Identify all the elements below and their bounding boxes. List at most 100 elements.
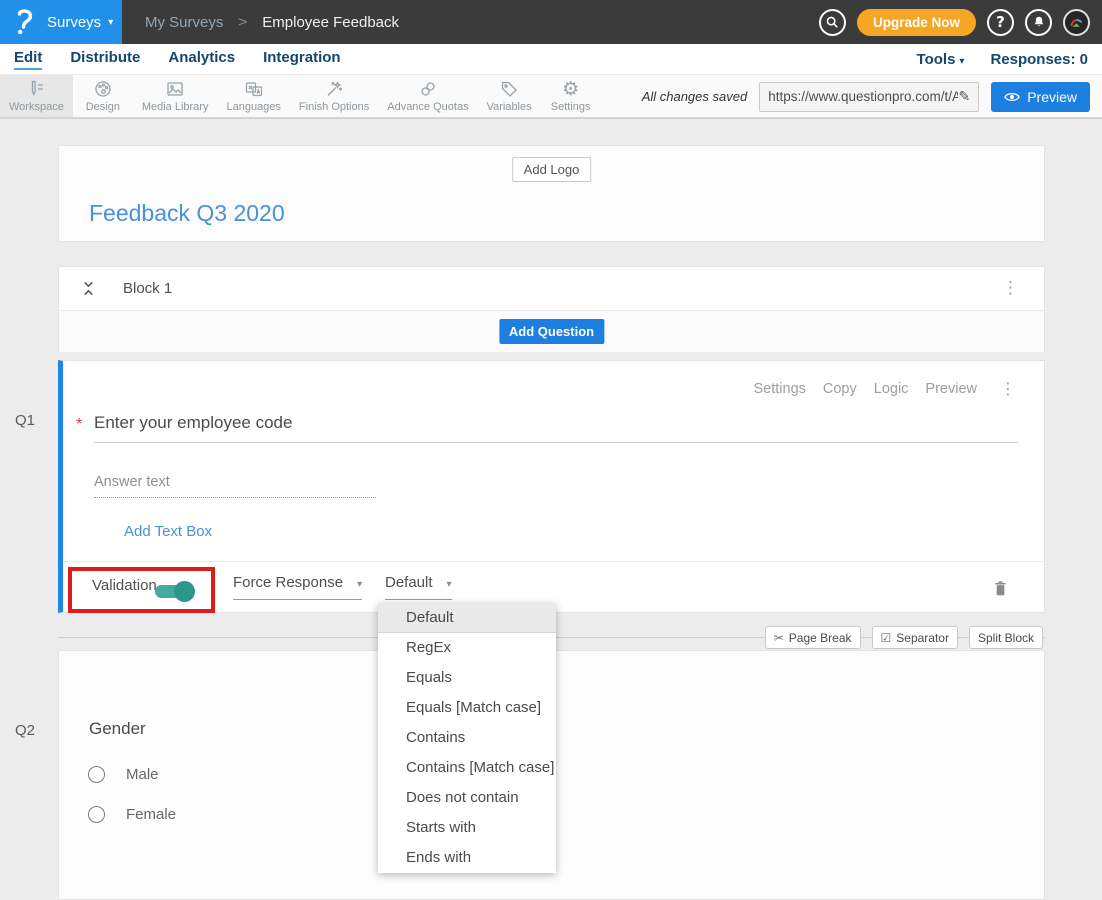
workspace-icon xyxy=(26,79,46,99)
add-text-box-link[interactable]: Add Text Box xyxy=(124,523,212,540)
radio-icon[interactable] xyxy=(88,766,105,783)
delete-question-button[interactable] xyxy=(992,579,1009,603)
avatar-logo-icon xyxy=(1068,14,1085,31)
preview-button[interactable]: Preview xyxy=(991,82,1090,112)
menu-item-starts-with[interactable]: Starts with xyxy=(378,813,556,843)
block-menu-button[interactable]: ⋮ xyxy=(1002,278,1020,298)
force-response-dropdown[interactable]: Force Response▾ xyxy=(233,574,362,600)
q1-logic-link[interactable]: Logic xyxy=(874,381,909,397)
add-question-band: Add Question xyxy=(59,311,1044,352)
block-tools: ✂ Page Break ☑ Separator Split Block xyxy=(765,626,1043,649)
chevron-down-icon: ▾ xyxy=(108,17,113,28)
tools-menu[interactable]: Tools▾ xyxy=(917,51,965,68)
menu-item-equals-match-case[interactable]: Equals [Match case] xyxy=(378,693,556,723)
toolbar-item-settings[interactable]: ⚙ Settings xyxy=(541,75,601,117)
q1-question-underline xyxy=(94,442,1018,443)
translate-icon xyxy=(244,79,264,99)
bell-icon xyxy=(1032,15,1046,29)
help-button[interactable]: ? xyxy=(987,9,1014,36)
add-question-button[interactable]: Add Question xyxy=(499,319,604,344)
validation-type-dropdown[interactable]: Default▾ xyxy=(385,574,452,600)
toggle-knob xyxy=(174,581,195,602)
q1-actions: Settings Copy Logic Preview ⋮ xyxy=(753,379,1016,398)
block-title[interactable]: Block 1 xyxy=(123,280,172,297)
radio-icon[interactable] xyxy=(88,806,105,823)
question-number-q2: Q2 xyxy=(15,722,35,739)
menu-item-contains[interactable]: Contains xyxy=(378,723,556,753)
topbar-actions: Upgrade Now ? xyxy=(819,0,1090,44)
palette-icon xyxy=(93,79,113,99)
menu-item-ends-with[interactable]: Ends with xyxy=(378,843,556,873)
menu-item-default[interactable]: Default xyxy=(378,603,556,633)
notifications-button[interactable] xyxy=(1025,9,1052,36)
survey-nav: Edit Distribute Analytics Integration To… xyxy=(0,44,1102,74)
menu-item-contains-match-case[interactable]: Contains [Match case] xyxy=(378,753,556,783)
toolbar-right: All changes saved ✎ Preview xyxy=(642,75,1090,118)
q2-option-female[interactable]: Female xyxy=(88,806,176,823)
eye-icon xyxy=(1004,91,1020,103)
links-icon xyxy=(418,79,438,99)
q1-footer-divider xyxy=(63,561,1044,562)
breadcrumb-my-surveys[interactable]: My Surveys xyxy=(145,14,223,31)
breadcrumb-current-survey: Employee Feedback xyxy=(262,14,399,31)
toolbar-item-design[interactable]: Design xyxy=(73,75,133,117)
upgrade-now-button[interactable]: Upgrade Now xyxy=(857,9,976,36)
q1-answer-underline xyxy=(94,497,376,498)
validation-label: Validation xyxy=(92,577,157,594)
q1-menu-button[interactable]: ⋮ xyxy=(1000,379,1016,398)
toolbar-item-finish-options[interactable]: Finish Options xyxy=(290,75,378,117)
question-number-q1: Q1 xyxy=(15,412,35,429)
toolbar-item-languages[interactable]: Languages xyxy=(217,75,289,117)
tab-edit[interactable]: Edit xyxy=(14,49,42,70)
gear-icon: ⚙ xyxy=(562,79,579,99)
q1-answer-placeholder[interactable]: Answer text xyxy=(94,474,170,490)
top-bar: Surveys ▾ My Surveys > Employee Feedback… xyxy=(0,0,1102,44)
block-card: Block 1 ⋮ Add Question xyxy=(58,266,1045,352)
question-card-q1: Settings Copy Logic Preview ⋮ * Enter yo… xyxy=(58,360,1045,613)
validation-toggle[interactable] xyxy=(155,585,192,598)
q1-preview-link[interactable]: Preview xyxy=(925,381,977,397)
menu-item-regex[interactable]: RegEx xyxy=(378,633,556,663)
q2-option-male[interactable]: Male xyxy=(88,766,159,783)
trash-icon xyxy=(992,579,1009,598)
toolbar-item-advance-quotas[interactable]: Advance Quotas xyxy=(378,75,477,117)
edit-toolbar: Workspace Design Media Library Languages… xyxy=(0,74,1102,119)
chevron-down-icon: ▾ xyxy=(959,56,964,67)
tag-icon xyxy=(499,79,519,99)
tab-distribute[interactable]: Distribute xyxy=(70,49,140,70)
product-switcher[interactable]: Surveys ▾ xyxy=(0,0,122,44)
block-header: Block 1 ⋮ xyxy=(59,267,1044,311)
breadcrumb: My Surveys > Employee Feedback xyxy=(145,0,399,44)
collapse-icon xyxy=(81,280,96,297)
tab-analytics[interactable]: Analytics xyxy=(168,49,235,70)
page-break-button[interactable]: ✂ Page Break xyxy=(765,626,861,649)
q2-question-text[interactable]: Gender xyxy=(89,719,146,739)
survey-title-card: Add Logo Feedback Q3 2020 xyxy=(58,145,1045,242)
chevron-down-icon: ▾ xyxy=(357,579,362,590)
search-button[interactable] xyxy=(819,9,846,36)
q1-settings-link[interactable]: Settings xyxy=(753,381,805,397)
survey-url-input[interactable] xyxy=(768,89,958,104)
tab-integration[interactable]: Integration xyxy=(263,49,341,70)
responses-count[interactable]: Responses: 0 xyxy=(990,51,1088,68)
split-block-button[interactable]: Split Block xyxy=(969,626,1043,649)
breadcrumb-separator-icon: > xyxy=(237,15,248,30)
save-status: All changes saved xyxy=(642,89,748,104)
menu-item-equals[interactable]: Equals xyxy=(378,663,556,693)
separator-button[interactable]: ☑ Separator xyxy=(872,626,958,649)
user-avatar[interactable] xyxy=(1063,9,1090,36)
survey-title[interactable]: Feedback Q3 2020 xyxy=(89,200,285,227)
scissors-icon: ✂ xyxy=(774,631,784,645)
add-logo-button[interactable]: Add Logo xyxy=(512,157,592,182)
q1-question-text[interactable]: Enter your employee code xyxy=(94,413,292,433)
collapse-block-button[interactable] xyxy=(81,280,96,302)
toolbar-item-media-library[interactable]: Media Library xyxy=(133,75,218,117)
nav-tabs: Edit Distribute Analytics Integration xyxy=(0,49,341,70)
checkbox-icon: ☑ xyxy=(881,631,892,645)
toolbar-item-variables[interactable]: Variables xyxy=(478,75,541,117)
menu-item-does-not-contain[interactable]: Does not contain xyxy=(378,783,556,813)
q1-copy-link[interactable]: Copy xyxy=(823,381,857,397)
toolbar-item-workspace[interactable]: Workspace xyxy=(0,75,73,117)
edit-url-icon[interactable]: ✎ xyxy=(958,89,970,105)
required-marker: * xyxy=(76,416,82,434)
